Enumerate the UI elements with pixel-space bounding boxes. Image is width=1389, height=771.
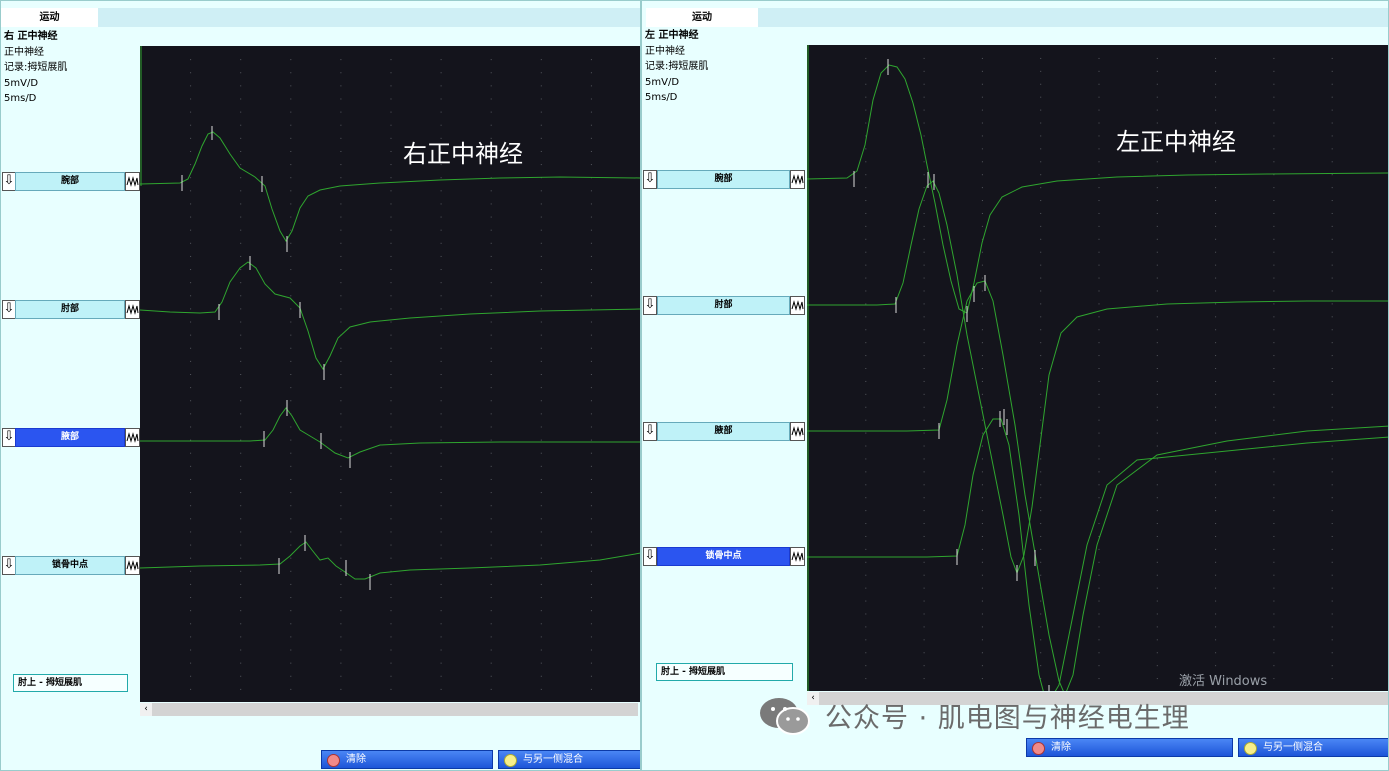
waveform-icon	[791, 426, 804, 437]
right-trace-axilla	[807, 280, 1388, 691]
left-trace-axilla	[140, 407, 640, 459]
right-site-wrist[interactable]: 腕部	[657, 170, 790, 189]
left-waveform-plot[interactable]: 右正中神经	[140, 46, 640, 702]
right-site-clavicle[interactable]: 锁骨中点	[657, 547, 790, 566]
left-waveform-svg	[140, 46, 640, 690]
left-wave-button-2[interactable]	[125, 300, 140, 319]
down-arrow-icon: ⇩	[644, 548, 656, 563]
down-arrow-icon: ⇩	[3, 173, 15, 188]
down-arrow-icon: ⇩	[644, 297, 656, 312]
left-stim-button-3[interactable]: ⇩	[2, 428, 16, 447]
right-stim-button-1[interactable]: ⇩	[643, 170, 657, 189]
left-overlay-title: 右正中神经	[403, 140, 523, 168]
watermark-text: 公众号 · 肌电图与神经电生理	[825, 703, 1190, 734]
left-mix-label: 与另一侧混合	[523, 754, 583, 765]
waveform-icon	[791, 300, 804, 311]
down-arrow-icon: ⇩	[3, 557, 15, 572]
left-sweep: 5ms/D	[4, 93, 37, 104]
left-nerve-name: 正中神经	[4, 46, 44, 58]
activate-windows-text: 激活 Windows	[1179, 674, 1268, 689]
left-panel: 运动 右 正中神经 正中神经 记录:拇短展肌 5mV/D 5ms/D ⇩ 腕部 …	[0, 0, 641, 771]
left-site-elbow[interactable]: 肘部	[15, 300, 125, 319]
left-horizontal-scrollbar[interactable]: ‹	[140, 703, 638, 716]
plot-grid-dots	[190, 59, 592, 690]
right-nerve-name: 正中神经	[645, 45, 685, 57]
right-tab-strip	[758, 8, 1388, 27]
left-segment-label: 肘上 - 拇短展肌	[13, 674, 128, 692]
down-arrow-icon: ⇩	[644, 423, 656, 438]
right-waveform-plot[interactable]: 左正中神经 激活 Windows	[807, 45, 1388, 691]
right-trace-wrist	[807, 64, 1388, 314]
waveform-icon	[126, 304, 139, 315]
waveform-icon	[791, 551, 804, 562]
yellow-dot-icon	[1244, 742, 1257, 755]
waveform-icon	[126, 176, 139, 187]
right-info-block: 左 正中神经 正中神经 记录:拇短展肌 5mV/D 5ms/D	[645, 28, 708, 106]
right-trace-elbow	[807, 180, 1388, 575]
right-site-elbow[interactable]: 肘部	[657, 296, 790, 315]
right-trace-clavicle	[807, 418, 1388, 691]
waveform-icon	[126, 560, 139, 571]
wechat-icon	[760, 698, 810, 735]
right-tab-motor[interactable]: 运动	[646, 8, 758, 27]
right-clear-label: 清除	[1051, 742, 1071, 753]
right-stim-button-2[interactable]: ⇩	[643, 296, 657, 315]
left-tab-strip	[98, 8, 640, 27]
left-wave-button-4[interactable]	[125, 556, 140, 575]
right-clear-button[interactable]: 清除	[1026, 738, 1233, 757]
left-latency-markers	[181, 126, 371, 590]
right-mix-label: 与另一侧混合	[1263, 742, 1323, 753]
left-sensitivity: 5mV/D	[4, 77, 39, 89]
scroll-left-arrow-icon[interactable]: ‹	[140, 703, 152, 716]
left-stim-button-1[interactable]: ⇩	[2, 172, 16, 191]
left-trace-clavicle	[140, 541, 640, 580]
right-overlay-title: 左正中神经	[1116, 128, 1236, 156]
down-arrow-icon: ⇩	[644, 171, 656, 186]
left-info-block: 右 正中神经 正中神经 记录:拇短展肌 5mV/D 5ms/D	[4, 29, 67, 107]
left-site-clavicle[interactable]: 锁骨中点	[15, 556, 125, 575]
waveform-icon	[791, 174, 804, 185]
plot-grid-dots	[865, 57, 1333, 680]
left-clear-button[interactable]: 清除	[321, 750, 493, 769]
right-wave-button-3[interactable]	[790, 422, 805, 441]
left-stim-button-4[interactable]: ⇩	[2, 556, 16, 575]
right-segment-label: 肘上 - 拇短展肌	[656, 663, 793, 681]
right-stim-button-3[interactable]: ⇩	[643, 422, 657, 441]
left-wave-button-1[interactable]	[125, 172, 140, 191]
red-dot-icon	[1032, 742, 1045, 755]
left-site-axilla[interactable]: 腋部	[15, 428, 125, 447]
right-site-axilla[interactable]: 腋部	[657, 422, 790, 441]
right-record-muscle: 记录:拇短展肌	[645, 61, 709, 72]
down-arrow-icon: ⇩	[3, 429, 15, 444]
left-trace-wrist	[140, 131, 640, 242]
right-sensitivity: 5mV/D	[645, 76, 680, 88]
waveform-icon	[126, 432, 139, 443]
left-record-muscle: 记录:拇短展肌	[4, 62, 68, 73]
left-stim-button-2[interactable]: ⇩	[2, 300, 16, 319]
left-tab-motor[interactable]: 运动	[1, 8, 98, 27]
right-stim-button-4[interactable]: ⇩	[643, 547, 657, 566]
left-clear-label: 清除	[346, 754, 366, 765]
left-wave-button-3[interactable]	[125, 428, 140, 447]
right-mix-button[interactable]: 与另一侧混合	[1238, 738, 1388, 757]
left-site-wrist[interactable]: 腕部	[15, 172, 125, 191]
right-side-title: 左 正中神经	[645, 30, 699, 41]
right-sweep: 5ms/D	[645, 92, 678, 103]
right-waveform-svg	[807, 45, 1388, 691]
down-arrow-icon: ⇩	[3, 301, 15, 316]
red-dot-icon	[327, 754, 340, 767]
right-panel: 运动 左 正中神经 正中神经 记录:拇短展肌 5mV/D 5ms/D ⇩ 腕部 …	[641, 0, 1389, 771]
right-wave-button-1[interactable]	[790, 170, 805, 189]
yellow-dot-icon	[504, 754, 517, 767]
right-wave-button-4[interactable]	[790, 547, 805, 566]
left-side-title: 右 正中神经	[4, 31, 58, 42]
left-trace-elbow	[140, 261, 640, 370]
left-mix-button[interactable]: 与另一侧混合	[498, 750, 640, 769]
right-wave-button-2[interactable]	[790, 296, 805, 315]
